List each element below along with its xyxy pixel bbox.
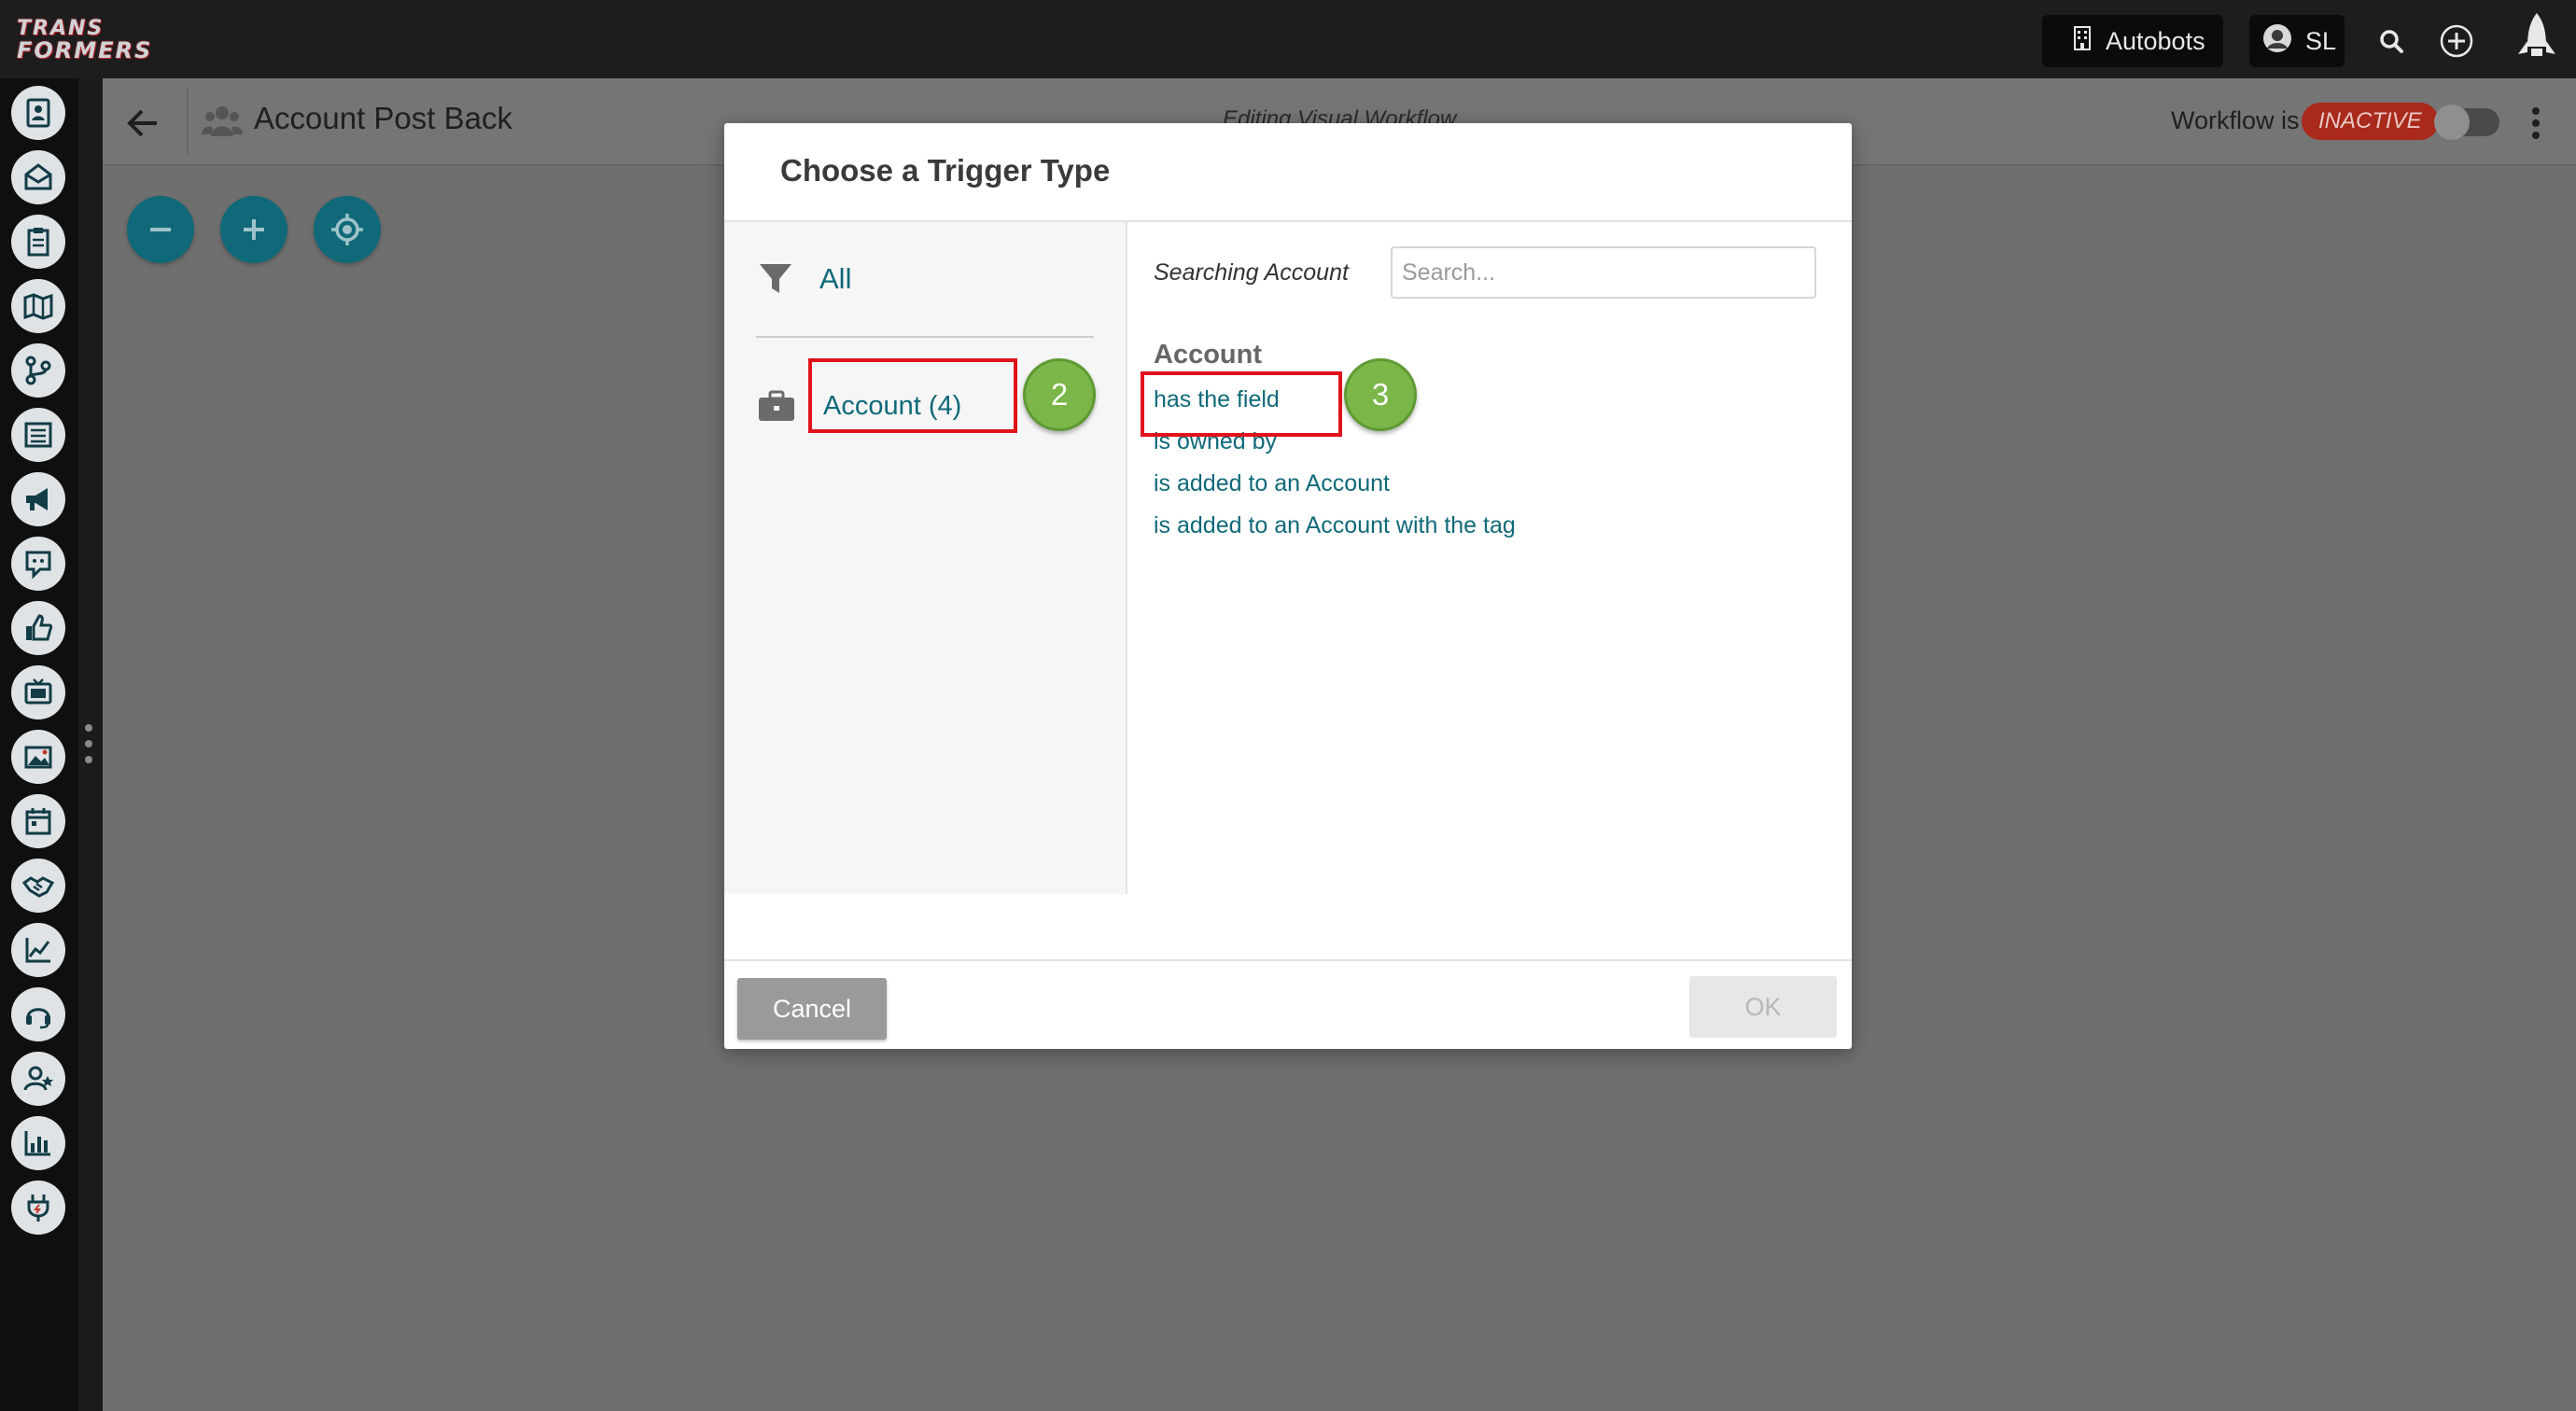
category-panel: All Account (4) <box>724 222 1127 894</box>
user-avatar-icon <box>2262 23 2292 60</box>
status-badge: INACTIVE <box>2302 103 2439 140</box>
global-search-button[interactable] <box>2369 19 2414 63</box>
user-menu-button[interactable]: SL <box>2249 15 2345 67</box>
trigger-search-input[interactable] <box>1391 246 1816 299</box>
logo-line-2: FORMERS <box>17 37 153 63</box>
sidebar-contacts[interactable] <box>11 86 65 140</box>
quick-add-button[interactable] <box>2434 19 2479 63</box>
tv-icon <box>24 678 52 705</box>
sidebar-workflows[interactable] <box>11 343 65 398</box>
search-scope-label: Searching Account <box>1154 259 1349 286</box>
list-icon <box>24 422 52 448</box>
bar-chart-icon <box>24 1131 50 1156</box>
page-title: Account Post Back <box>254 101 512 135</box>
workflow-status-label: Workflow is <box>2171 106 2300 134</box>
map-icon <box>23 293 53 320</box>
sidebar-deals[interactable] <box>11 859 65 913</box>
app-sidebar <box>0 78 78 1411</box>
image-icon <box>24 746 52 769</box>
back-button[interactable] <box>125 105 162 142</box>
sidebar-webinars[interactable] <box>11 665 65 719</box>
user-initials: SL <box>2305 26 2337 55</box>
section-title-account: Account <box>1154 340 1262 370</box>
launch-button[interactable] <box>2509 9 2565 69</box>
search-icon <box>2380 30 2403 53</box>
org-label: Autobots <box>2106 26 2205 55</box>
crosshair-icon <box>331 214 363 245</box>
rocket-icon <box>2518 13 2555 56</box>
trigger-type-modal: Choose a Trigger Type All Account (4) 2 … <box>724 123 1852 1049</box>
kebab-menu-icon <box>2532 107 2540 139</box>
zoom-in-button[interactable] <box>220 196 287 263</box>
sidebar-tasks[interactable] <box>11 215 65 269</box>
category-divider <box>756 336 1094 338</box>
sidebar-campaigns[interactable] <box>11 472 65 526</box>
users-group-icon <box>202 103 243 140</box>
building-icon <box>2074 25 2091 57</box>
sidebar-reports-trend[interactable] <box>11 923 65 977</box>
plug-icon <box>27 1194 49 1222</box>
calendar-icon <box>25 808 51 835</box>
step-marker-3: 3 <box>1344 358 1417 431</box>
category-all[interactable]: All <box>758 254 851 304</box>
trigger-option-added-with-tag[interactable]: is added to an Account with the tag <box>1154 512 1516 539</box>
contact-card-icon <box>26 98 50 128</box>
drag-dots-icon <box>85 724 92 763</box>
headset-icon <box>26 1008 50 1029</box>
megaphone-icon <box>26 488 48 510</box>
briefcase-icon <box>759 390 794 421</box>
zoom-out-button[interactable] <box>127 196 194 263</box>
sidebar-analytics[interactable] <box>11 1116 65 1170</box>
handshake-icon <box>22 876 54 898</box>
plus-circle-icon <box>2440 24 2473 58</box>
sidebar-inbox[interactable] <box>11 150 65 204</box>
top-bar: TRANS FORMERS Autobots SL <box>0 0 2576 78</box>
brand-logo[interactable]: TRANS FORMERS <box>17 17 192 63</box>
toggle-knob <box>2434 105 2470 140</box>
more-options-button[interactable] <box>2529 106 2542 140</box>
workflow-active-toggle[interactable] <box>2434 105 2499 140</box>
sidebar-social[interactable] <box>11 601 65 655</box>
recenter-button[interactable] <box>314 196 381 263</box>
chat-icon <box>25 551 51 580</box>
trend-chart-icon <box>25 938 50 963</box>
ok-button[interactable]: OK <box>1689 976 1837 1038</box>
modal-title: Choose a Trigger Type <box>780 153 1111 188</box>
category-all-label: All <box>819 262 852 295</box>
plus-icon <box>244 219 264 240</box>
trigger-option-added-to-account[interactable]: is added to an Account <box>1154 470 1390 497</box>
clipboard-icon <box>27 228 49 257</box>
sidebar-calendar[interactable] <box>11 794 65 848</box>
sidebar-media[interactable] <box>11 730 65 784</box>
filter-icon <box>760 264 791 293</box>
minus-icon <box>150 228 171 231</box>
sidebar-conversations[interactable] <box>11 537 65 591</box>
user-star-icon <box>23 1066 53 1091</box>
header-divider <box>187 88 189 155</box>
sidebar-helpdesk[interactable] <box>11 987 65 1041</box>
arrow-left-icon <box>127 109 157 137</box>
org-switcher-button[interactable]: Autobots <box>2042 15 2223 67</box>
sidebar-users[interactable] <box>11 1052 65 1106</box>
modal-footer-divider <box>724 959 1852 961</box>
app-window: TRANS FORMERS Autobots SL Account Post B… <box>0 0 2576 1411</box>
sidebar-map[interactable] <box>11 279 65 333</box>
highlight-box-account <box>808 358 1017 433</box>
cancel-button[interactable]: Cancel <box>737 978 887 1040</box>
branch-icon <box>25 356 51 385</box>
inbox-icon <box>24 163 52 190</box>
sidebar-lists[interactable] <box>11 408 65 462</box>
sidebar-integrations[interactable] <box>11 1180 65 1235</box>
step-marker-2: 2 <box>1023 358 1096 431</box>
highlight-box-has-field <box>1141 371 1342 437</box>
thumbs-up-icon <box>26 614 53 641</box>
sidebar-resize-handle[interactable] <box>84 722 93 765</box>
